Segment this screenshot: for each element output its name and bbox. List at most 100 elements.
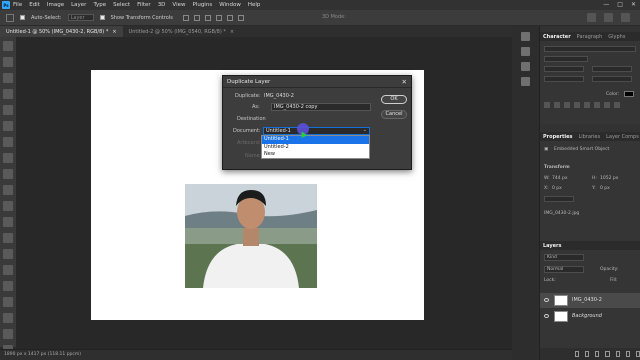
menu-filter[interactable]: Filter <box>137 2 151 8</box>
search-icon[interactable] <box>587 13 596 22</box>
dodge-tool-icon[interactable] <box>3 249 13 259</box>
menu-layer[interactable]: Layer <box>71 2 86 8</box>
text-color-swatch[interactable] <box>624 91 634 97</box>
maximize-icon[interactable]: □ <box>617 1 623 8</box>
x-value[interactable]: 0 px <box>552 186 562 191</box>
type-tool-icon[interactable] <box>3 281 13 291</box>
underline-icon[interactable] <box>604 102 610 108</box>
eyedropper-tool-icon[interactable] <box>3 137 13 147</box>
minimize-icon[interactable]: — <box>603 1 609 8</box>
menu-select[interactable]: Select <box>113 2 130 8</box>
height-value[interactable]: 1052 px <box>600 176 618 181</box>
photoshop-logo-icon[interactable]: Ps <box>2 1 10 9</box>
tab-layers[interactable]: Layers <box>543 243 562 249</box>
eraser-tool-icon[interactable] <box>3 217 13 227</box>
brush-settings-icon[interactable] <box>521 77 530 86</box>
faux-bold-icon[interactable] <box>544 102 550 108</box>
layer-row[interactable]: IMG_0430-2 <box>540 293 640 308</box>
fx-icon[interactable] <box>585 351 590 357</box>
align-left-icon[interactable] <box>182 14 189 21</box>
lasso-tool-icon[interactable] <box>3 73 13 83</box>
healing-tool-icon[interactable] <box>3 153 13 163</box>
marquee-tool-icon[interactable] <box>3 57 13 67</box>
brush-tool-icon[interactable] <box>3 169 13 179</box>
width-value[interactable]: 744 px <box>552 176 568 181</box>
tab-untitled-1[interactable]: Untitled-1 @ 50% (IMG_0430-2, RGB/8) * × <box>0 26 123 37</box>
trash-icon[interactable] <box>635 351 640 357</box>
adjustments-icon[interactable] <box>521 62 530 71</box>
layer-filter-kind[interactable]: Kind <box>544 254 584 261</box>
visibility-eye-icon[interactable] <box>544 314 549 318</box>
path-select-icon[interactable] <box>3 297 13 307</box>
align-middle-icon[interactable] <box>226 14 233 21</box>
tracking-input[interactable] <box>544 76 584 82</box>
auto-select-checkbox[interactable] <box>20 15 25 20</box>
close-icon[interactable]: ✕ <box>402 78 407 86</box>
faux-italic-icon[interactable] <box>554 102 560 108</box>
menu-3d[interactable]: 3D <box>158 2 166 8</box>
menu-edit[interactable]: Edit <box>29 2 40 8</box>
superscript-icon[interactable] <box>584 102 590 108</box>
angle-input[interactable] <box>544 196 574 202</box>
menu-help[interactable]: Help <box>248 2 261 8</box>
move-tool-icon[interactable] <box>6 13 14 22</box>
tab-untitled-2[interactable]: Untitled-2 @ 50% (IMG_0540, RGB/8) * × <box>123 26 241 37</box>
menu-type[interactable]: Type <box>93 2 106 8</box>
swatches-icon[interactable] <box>521 47 530 56</box>
visibility-eye-icon[interactable] <box>544 298 549 302</box>
as-name-input[interactable]: IMG_0430-2 copy <box>271 103 371 111</box>
stamp-tool-icon[interactable] <box>3 185 13 195</box>
font-style-select[interactable] <box>544 56 588 62</box>
ok-button[interactable]: OK <box>381 95 407 104</box>
y-value[interactable]: 0 px <box>600 186 610 191</box>
tab-layer-comps[interactable]: Layer Comps <box>606 134 639 140</box>
workspace-icon[interactable] <box>604 13 613 22</box>
crop-tool-icon[interactable] <box>3 105 13 115</box>
close-tab-icon[interactable]: × <box>230 29 234 35</box>
small-caps-icon[interactable] <box>574 102 580 108</box>
font-size-input[interactable] <box>544 66 584 72</box>
new-layer-icon[interactable] <box>625 351 630 357</box>
link-layers-icon[interactable] <box>575 351 580 357</box>
option-untitled-2[interactable]: Untitled-2 <box>262 144 369 152</box>
menu-window[interactable]: Window <box>219 2 241 8</box>
tab-character[interactable]: Character <box>543 34 571 40</box>
pen-tool-icon[interactable] <box>3 265 13 275</box>
menu-image[interactable]: Image <box>47 2 64 8</box>
close-window-icon[interactable]: ✕ <box>631 1 636 8</box>
align-right-icon[interactable] <box>204 14 211 21</box>
tab-glyphs[interactable]: Glyphs <box>608 34 625 40</box>
all-caps-icon[interactable] <box>564 102 570 108</box>
align-center-icon[interactable] <box>193 14 200 21</box>
auto-select-dropdown[interactable]: Layer <box>67 14 94 21</box>
shape-tool-icon[interactable] <box>3 313 13 323</box>
frame-tool-icon[interactable] <box>3 121 13 131</box>
menu-view[interactable]: View <box>172 2 185 8</box>
tab-properties[interactable]: Properties <box>543 134 572 140</box>
subscript-icon[interactable] <box>594 102 600 108</box>
leading-input[interactable] <box>592 66 632 72</box>
document-select[interactable]: Untitled-1 ⌄ <box>263 127 370 135</box>
cancel-button[interactable]: Cancel <box>381 110 407 119</box>
share-icon[interactable] <box>621 13 630 22</box>
kerning-input[interactable] <box>592 76 632 82</box>
history-brush-icon[interactable] <box>3 201 13 211</box>
layer-row[interactable]: Background <box>540 309 640 324</box>
strikethrough-icon[interactable] <box>614 102 620 108</box>
close-tab-icon[interactable]: × <box>112 29 116 35</box>
gradient-tool-icon[interactable] <box>3 233 13 243</box>
group-icon[interactable] <box>615 351 620 357</box>
history-icon[interactable] <box>521 32 530 41</box>
menu-file[interactable]: File <box>13 2 22 8</box>
show-transform-checkbox[interactable] <box>99 15 105 20</box>
mask-icon[interactable] <box>595 351 600 357</box>
tab-libraries[interactable]: Libraries <box>578 134 600 140</box>
font-family-select[interactable] <box>544 46 636 52</box>
menu-plugins[interactable]: Plugins <box>192 2 212 8</box>
move-tool-icon[interactable] <box>3 41 13 51</box>
option-new[interactable]: New <box>262 151 369 159</box>
option-untitled-1[interactable]: Untitled-1 <box>262 136 369 144</box>
tab-paragraph[interactable]: Paragraph <box>577 34 603 40</box>
align-top-icon[interactable] <box>215 14 222 21</box>
align-bottom-icon[interactable] <box>237 14 244 21</box>
